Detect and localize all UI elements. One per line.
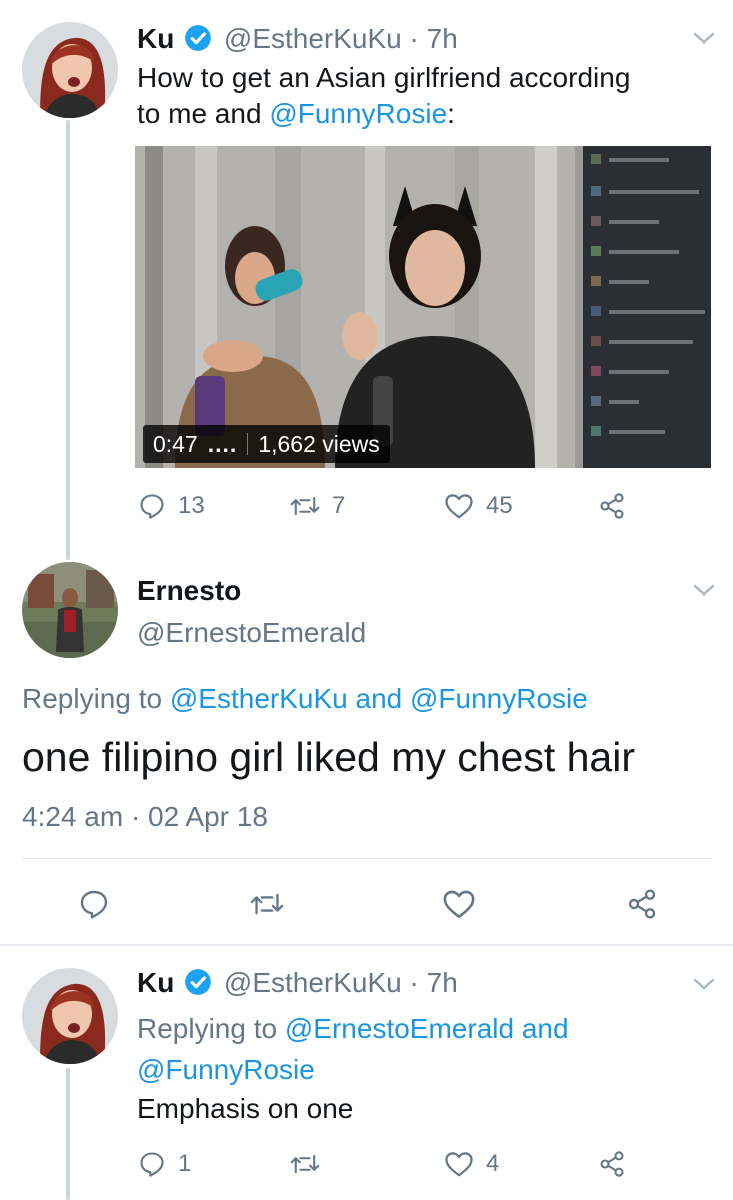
like-icon (444, 1150, 474, 1178)
reply-button[interactable] (78, 888, 110, 920)
video-dots: .... (207, 430, 238, 457)
user-handle[interactable]: @EstherKuKu (224, 967, 402, 998)
chevron-down-icon[interactable] (692, 582, 716, 598)
retweet-button[interactable] (250, 888, 284, 920)
retweet-icon (290, 492, 320, 520)
tweet-timestamp[interactable]: 4:24 am · 02 Apr 18 (22, 800, 268, 834)
video-duration: 0:47 (153, 430, 198, 457)
reply-count: 1 (178, 1150, 192, 1177)
mention-link[interactable]: @FunnyRosie (137, 1054, 315, 1085)
retweet-icon (290, 1150, 320, 1178)
avatar[interactable] (22, 968, 118, 1064)
user-handle[interactable]: @ErnestoEmerald (137, 616, 366, 650)
like-icon (444, 492, 474, 520)
like-count: 4 (486, 1150, 500, 1177)
display-name[interactable]: Ernesto (137, 574, 241, 608)
reply-icon (138, 1150, 166, 1178)
video-info-badge: 0:47 .... 1,662 views (143, 425, 390, 463)
tweet-text-line: How to get an Asian girlfriend according (137, 62, 631, 93)
share-button[interactable] (598, 492, 626, 520)
verified-badge-icon (184, 24, 212, 60)
tweet-time[interactable]: 7h (427, 967, 458, 998)
tweet-time[interactable]: 7h (427, 23, 458, 54)
like-icon (442, 888, 476, 920)
mention-link[interactable]: @ErnestoEmerald (285, 1013, 514, 1044)
replying-to: Replying to @ErnestoEmerald and @FunnyRo… (137, 1013, 569, 1085)
tweet-text: one filipino girl liked my chest hair (22, 734, 635, 780)
mention-link[interactable]: @FunnyRosie (269, 98, 447, 129)
verified-badge-icon (184, 968, 212, 1004)
mention-link[interactable]: @EstherKuKu (170, 683, 348, 714)
tweet-header: Ku @EstherKuKu · 7h (137, 22, 458, 60)
reply-icon (78, 888, 110, 920)
tweet-text-line: to me and @FunnyRosie: (137, 98, 455, 129)
share-icon (598, 1150, 626, 1178)
divider (22, 858, 712, 859)
avatar[interactable] (22, 562, 118, 658)
avatar[interactable] (22, 22, 118, 118)
display-name[interactable]: Ku (137, 23, 174, 54)
thread-line (66, 1068, 70, 1200)
video-player[interactable] (135, 146, 711, 468)
separator-dot: · (409, 23, 419, 54)
section-divider (0, 944, 733, 946)
share-button[interactable] (626, 888, 658, 920)
chevron-down-icon[interactable] (692, 976, 716, 992)
user-handle[interactable]: @EstherKuKu (224, 23, 402, 54)
badge-divider (247, 433, 249, 455)
mention-link[interactable]: @FunnyRosie (410, 683, 588, 714)
like-button[interactable]: 4 (444, 1150, 499, 1178)
tweet-text: Emphasis on one (137, 1093, 354, 1124)
chevron-down-icon[interactable] (692, 30, 716, 46)
share-icon (626, 888, 658, 920)
thread-line (66, 120, 70, 560)
reply-count: 13 (178, 492, 205, 519)
retweet-icon (250, 888, 284, 920)
reply-button[interactable]: 13 (138, 492, 205, 520)
reply-icon (138, 492, 166, 520)
share-button[interactable] (598, 1150, 626, 1178)
video-views: 1,662 views (258, 430, 380, 457)
like-button[interactable]: 45 (444, 492, 513, 520)
separator-dot: · (409, 967, 419, 998)
replying-to: Replying to @EstherKuKu and @FunnyRosie (22, 683, 588, 714)
display-name[interactable]: Ku (137, 967, 174, 998)
tweet-header: Ku @EstherKuKu · 7h (137, 966, 458, 1004)
tweet-text: How to get an Asian girlfriend according… (137, 60, 630, 132)
like-count: 45 (486, 492, 513, 519)
share-icon (598, 492, 626, 520)
reply-button[interactable]: 1 (138, 1150, 191, 1178)
retweet-button[interactable]: 7 (290, 492, 345, 520)
retweet-count: 7 (332, 492, 346, 519)
retweet-button[interactable] (290, 1150, 320, 1178)
like-button[interactable] (442, 888, 476, 920)
